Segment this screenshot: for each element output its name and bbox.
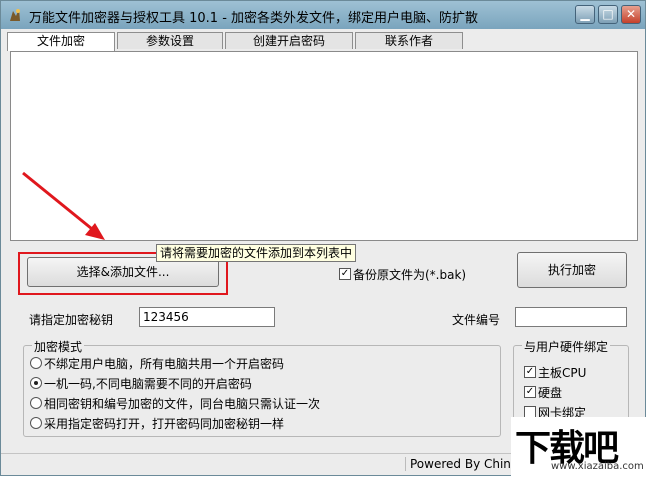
minimize-button[interactable]: ▁: [575, 5, 595, 24]
tab-create-password[interactable]: 创建开启密码: [225, 32, 353, 49]
check-icon: ✓: [525, 386, 535, 397]
tab-parameters[interactable]: 参数设置: [117, 32, 223, 49]
hw-cpu-checkbox[interactable]: ✓: [524, 366, 536, 378]
app-window: 万能文件加密器与授权工具 10.1 - 加密各类外发文件，绑定用户电脑、防扩散 …: [0, 0, 646, 477]
mode-radio-2[interactable]: [30, 397, 42, 409]
file-number-input[interactable]: [515, 307, 627, 327]
hw-disk-label: 硬盘: [538, 386, 563, 400]
key-label: 请指定加密秘钥: [29, 313, 114, 327]
backup-checkbox[interactable]: ✓: [339, 268, 351, 280]
hw-disk-checkbox[interactable]: ✓: [524, 386, 536, 398]
tab-file-encrypt[interactable]: 文件加密: [7, 32, 115, 51]
check-icon: ✓: [525, 366, 535, 377]
app-logo-icon: [10, 9, 20, 21]
encrypt-mode-group: 加密模式 不绑定用户电脑，所有电脑共用一个开启密码 一机一码,不同电脑需要不同的…: [23, 338, 501, 437]
backup-label: 备份原文件为(*.bak): [353, 268, 467, 282]
powered-by-text: Powered By China: [405, 457, 518, 471]
close-button[interactable]: ✕: [621, 5, 641, 24]
hw-cpu-label: 主板CPU: [538, 366, 587, 380]
mode-radio-3[interactable]: [30, 417, 42, 429]
file-number-label: 文件编号: [452, 313, 501, 327]
mode-label-1: 一机一码,不同电脑需要不同的开启密码: [44, 377, 252, 391]
tab-contact-author[interactable]: 联系作者: [355, 32, 463, 49]
arrow-annotation-icon: [22, 171, 105, 240]
hardware-bind-title: 与用户硬件绑定: [522, 338, 611, 355]
mode-label-2: 相同密钥和编号加密的文件，同台电脑只需认证一次: [44, 397, 321, 411]
mode-radio-0[interactable]: [30, 357, 42, 369]
encrypt-mode-title: 加密模式: [32, 338, 85, 355]
execute-encrypt-button[interactable]: 执行加密: [517, 252, 627, 288]
watermark: 下载吧 www.xiazaiba.com: [511, 417, 646, 477]
tooltip: 请将需要加密的文件添加到本列表中: [156, 244, 357, 262]
check-icon: ✓: [340, 268, 350, 279]
watermark-url: www.xiazaiba.com: [551, 461, 644, 472]
window-title: 万能文件加密器与授权工具 10.1 - 加密各类外发文件，绑定用户电脑、防扩散: [29, 11, 479, 26]
mode-radio-1[interactable]: [30, 377, 42, 389]
maximize-button[interactable]: □: [598, 5, 618, 24]
mode-label-0: 不绑定用户电脑，所有电脑共用一个开启密码: [44, 357, 285, 371]
mode-label-3: 采用指定密码打开，打开密码同加密秘钥一样: [44, 417, 285, 431]
key-input[interactable]: 123456: [139, 307, 275, 327]
title-bar[interactable]: 万能文件加密器与授权工具 10.1 - 加密各类外发文件，绑定用户电脑、防扩散 …: [1, 1, 645, 29]
